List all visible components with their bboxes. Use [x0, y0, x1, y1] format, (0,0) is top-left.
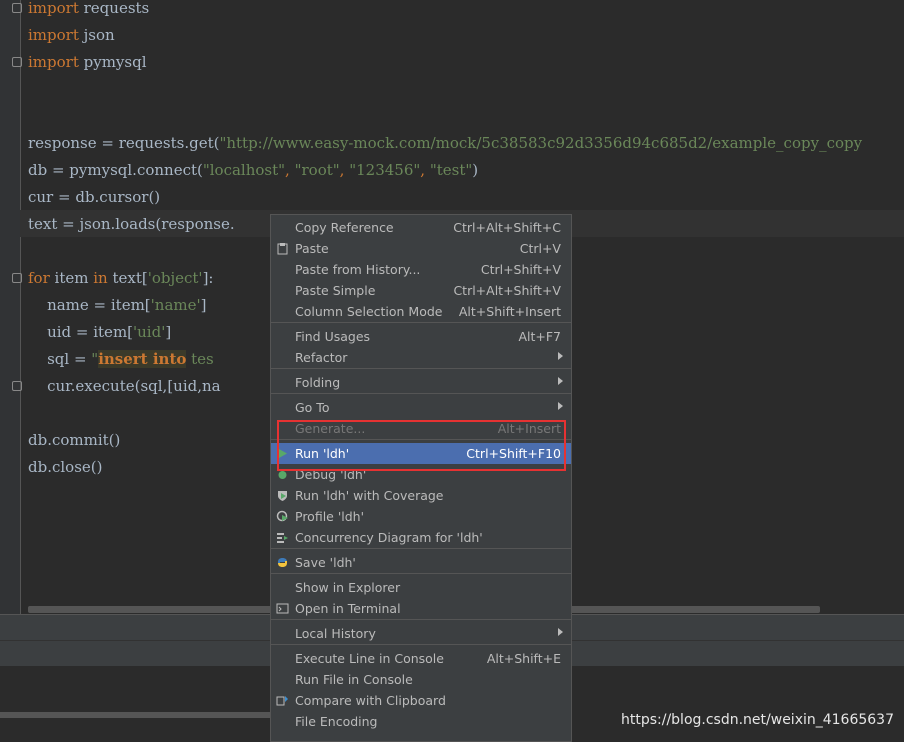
menu-separator [271, 644, 571, 645]
code-line: sql = "insert into tes [28, 350, 214, 368]
menu-item-open-in-terminal[interactable]: Open in Terminal [271, 598, 571, 619]
menu-separator [271, 573, 571, 574]
menu-item-go-to[interactable]: Go To [271, 397, 571, 418]
fold-marker[interactable] [12, 57, 22, 67]
menu-item-run-ldh-with-coverage[interactable]: Run 'ldh' with Coverage [271, 485, 571, 506]
submenu-arrow-icon [558, 352, 563, 360]
annotation-highlight-box [277, 420, 566, 471]
menu-item-shortcut: Ctrl+Shift+V [480, 262, 561, 277]
menu-item-copy-reference[interactable]: Copy Reference Ctrl+Alt+Shift+C [271, 217, 571, 238]
menu-item-label: Run 'ldh' with Coverage [295, 488, 444, 503]
submenu-arrow-icon [558, 628, 563, 636]
menu-separator [271, 619, 571, 620]
code-line: import requests [28, 0, 150, 17]
menu-item-label: Show in Explorer [295, 580, 401, 595]
menu-item-label: Compare with Clipboard [295, 693, 446, 708]
menu-item-label: Profile 'ldh' [295, 509, 365, 524]
menu-item-folding[interactable]: Folding [271, 372, 571, 393]
code-line: import pymysql [28, 53, 147, 71]
menu-item-label: Go To [295, 400, 330, 415]
code-line: db = pymysql.connect("localhost", "root"… [28, 161, 479, 179]
terminal-icon [276, 603, 289, 614]
menu-item-run-file-in-console[interactable]: Run File in Console [271, 669, 571, 690]
code-line: cur.execute(sql,[uid,na [28, 377, 221, 395]
menu-item-paste[interactable]: Paste Ctrl+V [271, 238, 571, 259]
concurrency-icon [277, 533, 288, 543]
menu-item-shortcut: Ctrl+Alt+Shift+V [453, 283, 561, 298]
python-icon [278, 558, 287, 567]
menu-item-label: Execute Line in Console [295, 651, 444, 666]
watermark: https://blog.csdn.net/weixin_41665637 [620, 712, 894, 728]
fold-marker[interactable] [12, 3, 22, 13]
menu-item-label: File Encoding [295, 714, 378, 729]
menu-item-label: Column Selection Mode [295, 304, 443, 319]
editor-gutter [0, 0, 21, 614]
code-line: db.commit() [28, 431, 121, 449]
menu-item-local-history[interactable]: Local History [271, 623, 571, 644]
code-line: for item in text['object']: [28, 269, 214, 287]
fold-marker[interactable] [12, 381, 22, 391]
profile-icon [276, 510, 288, 522]
submenu-arrow-icon [558, 377, 563, 385]
menu-item-paste-simple[interactable]: Paste Simple Ctrl+Alt+Shift+V [271, 280, 571, 301]
menu-separator [271, 393, 571, 394]
code-line: uid = item['uid'] [28, 323, 172, 341]
menu-item-find-usages[interactable]: Find Usages Alt+F7 [271, 326, 571, 347]
clipboard-icon [277, 243, 288, 255]
menu-item-refactor[interactable]: Refactor [271, 347, 571, 368]
menu-item-label: Refactor [295, 350, 348, 365]
submenu-arrow-icon [558, 402, 563, 410]
menu-item-label: Local History [295, 626, 376, 641]
menu-item-label: Paste Simple [295, 283, 376, 298]
code-line: text = json.loads(response. [28, 215, 235, 233]
menu-item-concurrency-diagram-for-ldh[interactable]: Concurrency Diagram for 'ldh' [271, 527, 571, 548]
menu-separator [271, 368, 571, 369]
code-line: cur = db.cursor() [28, 188, 161, 206]
menu-item-file-encoding[interactable]: File Encoding [271, 711, 571, 732]
menu-item-shortcut: Ctrl+Alt+Shift+C [453, 220, 561, 235]
code-line: db.close() [28, 458, 103, 476]
menu-item-label: Find Usages [295, 329, 371, 344]
menu-item-column-selection-mode[interactable]: Column Selection Mode Alt+Shift+Insert [271, 301, 571, 322]
context-menu: Copy Reference Ctrl+Alt+Shift+C Paste Ctrl+… [270, 214, 572, 742]
code-line: import json [28, 26, 115, 44]
coverage-icon [278, 491, 287, 501]
menu-item-profile-ldh[interactable]: Profile 'ldh' [271, 506, 571, 527]
compare-icon [276, 696, 288, 706]
menu-item-save-ldh[interactable]: Save 'ldh' [271, 552, 571, 573]
menu-item-shortcut: Alt+F7 [518, 329, 561, 344]
menu-item-show-in-explorer[interactable]: Show in Explorer [271, 577, 571, 598]
menu-item-label: Open in Terminal [295, 601, 401, 616]
menu-item-label: Folding [295, 375, 341, 390]
menu-item-compare-with-clipboard[interactable]: Compare with Clipboard [271, 690, 571, 711]
menu-separator [271, 548, 571, 549]
code-line: response = requests.get("http://www.easy… [28, 134, 863, 152]
menu-item-label: Run File in Console [295, 672, 413, 687]
fold-marker[interactable] [12, 273, 22, 283]
menu-item-shortcut: Alt+Shift+E [486, 651, 561, 666]
menu-item-paste-from-history[interactable]: Paste from History... Ctrl+Shift+V [271, 259, 571, 280]
code-line: name = item['name'] [28, 296, 207, 314]
menu-separator [271, 322, 571, 323]
menu-item-label: Paste [295, 241, 329, 256]
menu-item-shortcut: Alt+Shift+Insert [458, 304, 561, 319]
menu-item-label: Copy Reference [295, 220, 394, 235]
panel-scrollbar[interactable] [0, 712, 270, 718]
menu-item-shortcut: Ctrl+V [519, 241, 561, 256]
menu-item-execute-line-in-console[interactable]: Execute Line in Console Alt+Shift+E [271, 648, 571, 669]
menu-item-label: Concurrency Diagram for 'ldh' [295, 530, 483, 545]
menu-item-label: Save 'ldh' [295, 555, 356, 570]
menu-item-label: Paste from History... [295, 262, 421, 277]
